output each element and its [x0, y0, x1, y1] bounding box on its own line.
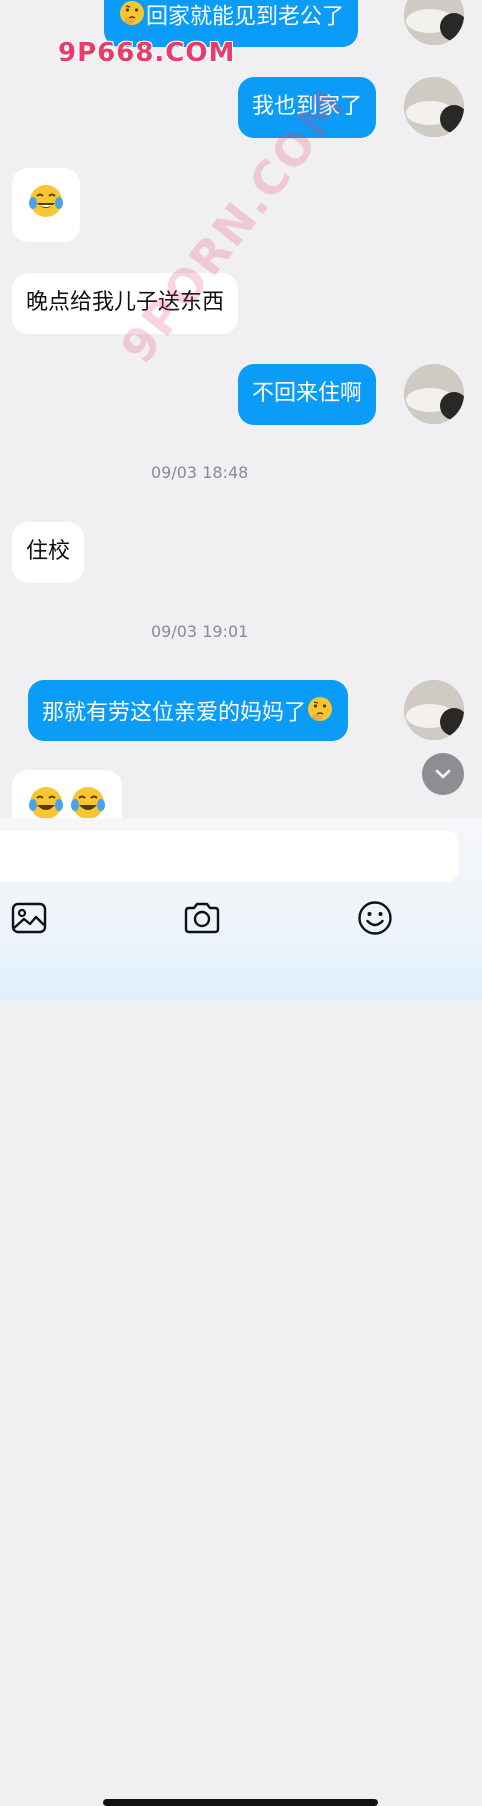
message-text: 回家就能见到老公了 — [146, 4, 345, 30]
home-indicator — [103, 1799, 378, 1806]
emoji-button[interactable] — [355, 898, 395, 938]
thinking-face-emoji — [306, 695, 334, 732]
chat-area[interactable]: 回家就能见到老公了 9P668.COM 我也到家了 晚点给我儿子送东西 9POR… — [0, 0, 482, 818]
tears-of-joy-emoji — [27, 784, 65, 818]
watermark-diagonal: 9PORN.COM — [110, 77, 358, 374]
avatar[interactable] — [404, 364, 464, 424]
message-text: 不回来住啊 — [252, 381, 363, 406]
message-bubble-incoming[interactable] — [12, 770, 122, 818]
message-text: 那就有劳这位亲爱的妈妈了 — [42, 700, 307, 726]
camera-button[interactable] — [182, 898, 222, 938]
image-button[interactable] — [9, 898, 49, 938]
emoji-icon — [358, 901, 392, 935]
message-text: 住校 — [26, 539, 71, 564]
thinking-face-emoji — [118, 0, 146, 36]
input-area — [0, 818, 482, 1806]
message-bubble-incoming[interactable] — [12, 168, 80, 242]
tears-of-joy-emoji — [69, 784, 107, 818]
watermark-site: 9P668.COM — [58, 38, 236, 68]
chevron-down-icon — [435, 769, 451, 779]
avatar[interactable] — [404, 680, 464, 740]
timestamp: 09/03 19:01 — [151, 622, 249, 641]
camera-icon — [184, 902, 220, 934]
tears-of-joy-emoji — [27, 182, 65, 229]
message-bubble-outgoing[interactable]: 那就有劳这位亲爱的妈妈了 — [28, 680, 349, 741]
image-icon — [11, 902, 47, 934]
message-bubble-outgoing[interactable]: 不回来住啊 — [238, 364, 377, 425]
avatar[interactable] — [404, 77, 464, 137]
message-input[interactable] — [0, 830, 458, 882]
message-bubble-incoming[interactable]: 住校 — [12, 522, 85, 583]
timestamp: 09/03 18:48 — [151, 463, 249, 482]
avatar[interactable] — [404, 0, 464, 45]
scroll-to-bottom-button[interactable] — [422, 753, 464, 795]
